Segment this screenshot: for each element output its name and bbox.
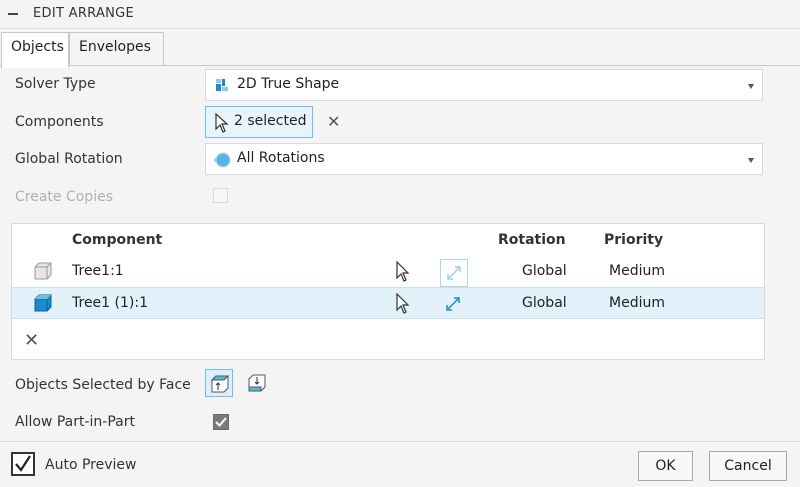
component-name: Tree1 (1):1 <box>72 295 148 311</box>
face-bottom-button[interactable] <box>243 369 271 397</box>
column-header-component: Component <box>72 232 163 248</box>
components-selection-button[interactable]: 2 selected <box>205 106 313 138</box>
face-top-button[interactable] <box>205 369 233 397</box>
chevron-down-icon <box>748 158 754 163</box>
solver-type-dropdown[interactable]: 2D True Shape <box>205 69 763 101</box>
chevron-down-icon <box>748 84 754 89</box>
rotation-icon <box>214 152 231 168</box>
tab-envelopes[interactable]: Envelopes <box>69 32 164 66</box>
component-priority: Medium <box>609 263 665 279</box>
allow-part-in-part-label: Allow Part-in-Part <box>15 414 135 430</box>
dialog-footer: Auto Preview OK Cancel <box>0 441 800 487</box>
checkmark-icon <box>215 417 227 427</box>
components-selection-count: 2 selected <box>234 113 307 129</box>
global-rotation-label: Global Rotation <box>15 151 123 167</box>
solver-type-label: Solver Type <box>15 76 96 92</box>
component-rotation: Global <box>522 263 567 279</box>
component-name: Tree1:1 <box>72 263 124 279</box>
component-body-icon <box>34 294 52 312</box>
components-table: Component Rotation Priority Tree1:1 Glob… <box>11 223 765 360</box>
components-label: Components <box>15 114 104 130</box>
face-bottom-icon <box>248 374 266 392</box>
flip-direction-icon[interactable] <box>440 291 468 319</box>
clear-selection-icon[interactable]: ✕ <box>327 112 340 131</box>
table-row[interactable]: Tree1:1 Global Medium <box>12 256 764 288</box>
solver-type-value: 2D True Shape <box>237 76 340 92</box>
pointer-icon[interactable] <box>395 261 411 283</box>
collapse-icon[interactable] <box>8 13 18 15</box>
allow-part-in-part-checkbox[interactable] <box>213 414 229 430</box>
objects-panel: Solver Type 2D True Shape Components 2 s… <box>0 65 800 441</box>
create-copies-label: Create Copies <box>15 189 113 205</box>
solver-shape-icon <box>216 79 228 91</box>
global-rotation-value: All Rotations <box>237 150 325 166</box>
create-copies-checkbox[interactable] <box>213 188 228 203</box>
auto-preview-checkbox[interactable] <box>11 452 35 476</box>
pointer-icon[interactable] <box>395 293 411 315</box>
global-rotation-dropdown[interactable]: All Rotations <box>205 143 763 175</box>
pointer-icon <box>215 113 229 133</box>
objects-selected-by-face-label: Objects Selected by Face <box>15 377 191 393</box>
component-priority: Medium <box>609 295 665 311</box>
ok-button[interactable]: OK <box>638 451 693 481</box>
component-rotation: Global <box>522 295 567 311</box>
column-header-rotation: Rotation <box>498 232 566 248</box>
dialog-title: EDIT ARRANGE <box>33 6 135 21</box>
auto-preview-label: Auto Preview <box>45 457 137 473</box>
tab-objects[interactable]: Objects <box>1 32 69 68</box>
dialog-header: EDIT ARRANGE <box>0 0 800 29</box>
column-header-priority: Priority <box>604 232 664 248</box>
remove-component-icon[interactable]: ✕ <box>24 330 39 351</box>
component-body-icon <box>34 262 52 280</box>
face-top-icon <box>210 375 230 393</box>
tab-bar: Objects Envelopes <box>0 30 800 68</box>
checkmark-icon <box>15 455 31 472</box>
table-row[interactable]: Tree1 (1):1 Global Medium <box>12 287 764 319</box>
flip-direction-icon[interactable] <box>440 259 468 287</box>
cancel-button[interactable]: Cancel <box>709 451 787 481</box>
